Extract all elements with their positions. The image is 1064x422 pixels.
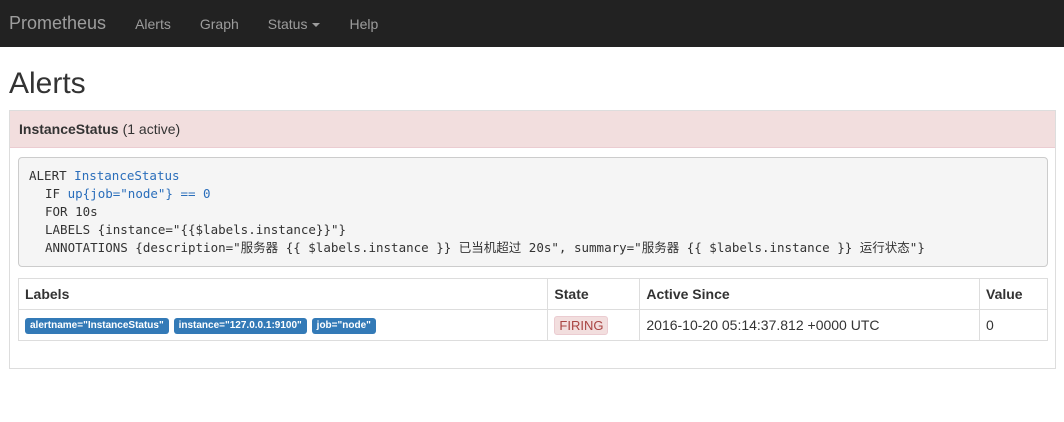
alert-group-name: InstanceStatus <box>19 121 119 137</box>
active-since-cell: 2016-10-20 05:14:37.812 +0000 UTC <box>639 309 980 341</box>
page-title: Alerts <box>9 67 86 100</box>
header-labels: Labels <box>17 278 549 310</box>
label-badge-job: job="node" <box>311 317 376 334</box>
nav-status-dropdown[interactable]: Status <box>268 16 321 32</box>
nav-graph[interactable]: Graph <box>200 16 239 32</box>
state-cell: FIRING <box>547 309 641 341</box>
brand-link[interactable]: Prometheus <box>9 13 106 34</box>
alert-rule-definition: ALERT InstanceStatus IF up{job="node"} ==… <box>18 157 1048 267</box>
nav-alerts[interactable]: Alerts <box>135 16 171 32</box>
caret-down-icon <box>312 22 321 27</box>
nav-status-label: Status <box>267 15 308 32</box>
rule-annotations-line: ANNOTATIONS {description="服务器 {{ $labels… <box>45 240 925 255</box>
rule-alert-keyword: ALERT <box>29 168 67 183</box>
table-row: alertname="InstanceStatus" instance="127… <box>17 309 1048 341</box>
header-value: Value <box>979 278 1048 310</box>
alert-panel: InstanceStatus (1 active) ALERT Instance… <box>9 110 1056 369</box>
state-badge-firing: FIRING <box>554 315 609 335</box>
label-badge-alertname: alertname="InstanceStatus" <box>25 317 169 334</box>
rule-if-keyword: IF <box>45 186 61 201</box>
active-count: (1 active) <box>122 121 181 137</box>
alerts-table: Labels State Active Since Value alertnam… <box>17 278 1048 341</box>
header-state: State <box>547 278 641 310</box>
rule-alert-name-link[interactable]: InstanceStatus <box>74 168 179 183</box>
table-header-row: Labels State Active Since Value <box>17 278 1048 310</box>
nav-help[interactable]: Help <box>349 16 378 32</box>
label-badge-instance: instance="127.0.0.1:9100" <box>173 317 307 334</box>
rule-for-line: FOR 10s <box>45 204 98 219</box>
alert-panel-heading[interactable]: InstanceStatus (1 active) <box>10 111 1055 148</box>
rule-expr-link[interactable]: up{job="node"} == 0 <box>68 186 211 201</box>
rule-labels-line: LABELS {instance="{{$labels.instance}}"} <box>45 222 347 237</box>
navbar: Prometheus Alerts Graph Status Help <box>0 0 1064 47</box>
labels-cell: alertname="InstanceStatus" instance="127… <box>17 309 549 341</box>
header-active-since: Active Since <box>639 278 980 310</box>
value-cell: 0 <box>979 309 1048 341</box>
